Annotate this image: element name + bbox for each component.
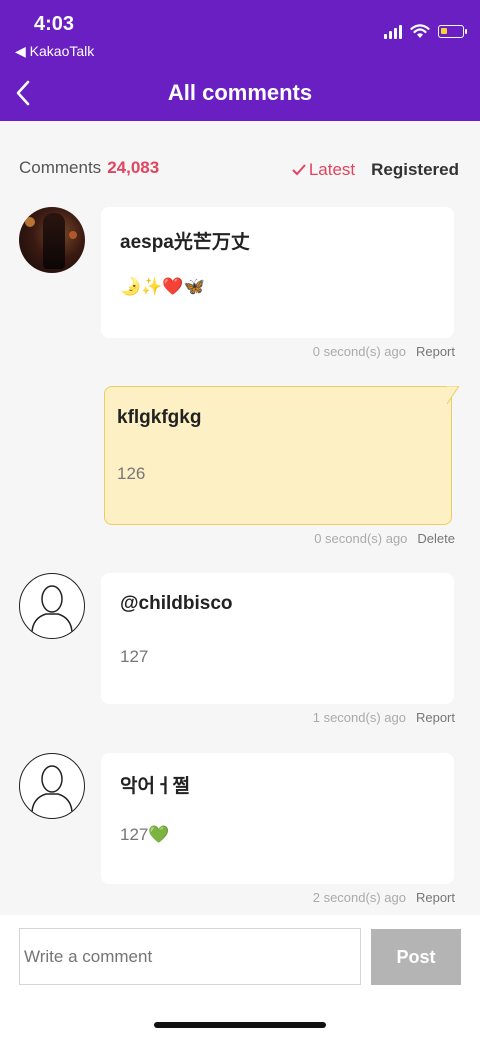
sort-latest-option[interactable]: Latest xyxy=(292,160,355,180)
comment-text: 126 xyxy=(117,464,146,483)
comment-input[interactable] xyxy=(19,928,361,985)
status-icons xyxy=(384,24,467,39)
checkmark-icon xyxy=(292,164,306,176)
avatar[interactable] xyxy=(19,753,85,819)
bubble-tail-icon xyxy=(447,386,459,405)
report-link[interactable]: Report xyxy=(416,344,455,359)
app-header: 4:03 ◀ KakaoTalk All comments xyxy=(0,0,480,121)
comments-summary: Comments 24,083 Latest Registered xyxy=(19,158,459,180)
home-indicator xyxy=(154,1022,326,1028)
comment-meta: 2 second(s) ago Report xyxy=(313,890,455,905)
back-to-app-link[interactable]: ◀ KakaoTalk xyxy=(15,43,94,60)
default-user-icon xyxy=(31,585,73,633)
comment-time: 0 second(s) ago xyxy=(314,531,408,546)
comment-bubble: 악어ㅓ쩔 127💚 xyxy=(101,753,454,884)
comment-author: @childbisco xyxy=(120,593,233,614)
post-button[interactable]: Post xyxy=(371,929,461,985)
comment-composer: Post xyxy=(0,915,480,1039)
wifi-icon xyxy=(410,24,430,38)
comment-author: kflgkfgkg xyxy=(117,407,202,428)
my-comment-bubble: kflgkfgkg 126 xyxy=(104,386,459,525)
comment-time: 0 second(s) ago xyxy=(312,344,406,359)
comment-meta: 0 second(s) ago Delete xyxy=(314,531,455,546)
sort-latest-label: Latest xyxy=(308,160,356,179)
comments-label: Comments xyxy=(19,158,102,177)
comment-bubble: aespa光芒万丈 🌛✨❤️🦋 xyxy=(101,207,454,338)
status-time: 4:03 xyxy=(34,13,75,35)
report-link[interactable]: Report xyxy=(416,890,455,905)
comment-meta: 1 second(s) ago Report xyxy=(313,710,455,725)
comments-count: 24,083 xyxy=(107,158,160,177)
comment-time: 2 second(s) ago xyxy=(312,890,406,905)
delete-link[interactable]: Delete xyxy=(417,531,455,546)
page-title: All comments xyxy=(167,80,313,105)
comment-text: 127💚 xyxy=(120,825,170,844)
default-user-icon xyxy=(31,765,73,813)
comment-bubble: @childbisco 127 xyxy=(101,573,454,704)
cellular-signal-icon xyxy=(384,24,402,39)
battery-icon xyxy=(438,25,467,38)
comment-meta: 0 second(s) ago Report xyxy=(313,344,455,359)
comment-author: aespa光芒万丈 xyxy=(120,232,250,253)
comment-text: 127 xyxy=(120,647,149,666)
comment-author: 악어ㅓ쩔 xyxy=(120,776,190,797)
sort-registered-option[interactable]: Registered xyxy=(371,160,459,180)
sort-options: Latest Registered xyxy=(292,160,459,180)
comment-text: 🌛✨❤️🦋 xyxy=(120,277,205,296)
report-link[interactable]: Report xyxy=(416,710,455,725)
avatar[interactable] xyxy=(19,573,85,639)
avatar[interactable] xyxy=(19,207,85,273)
comment-time: 1 second(s) ago xyxy=(312,710,406,725)
